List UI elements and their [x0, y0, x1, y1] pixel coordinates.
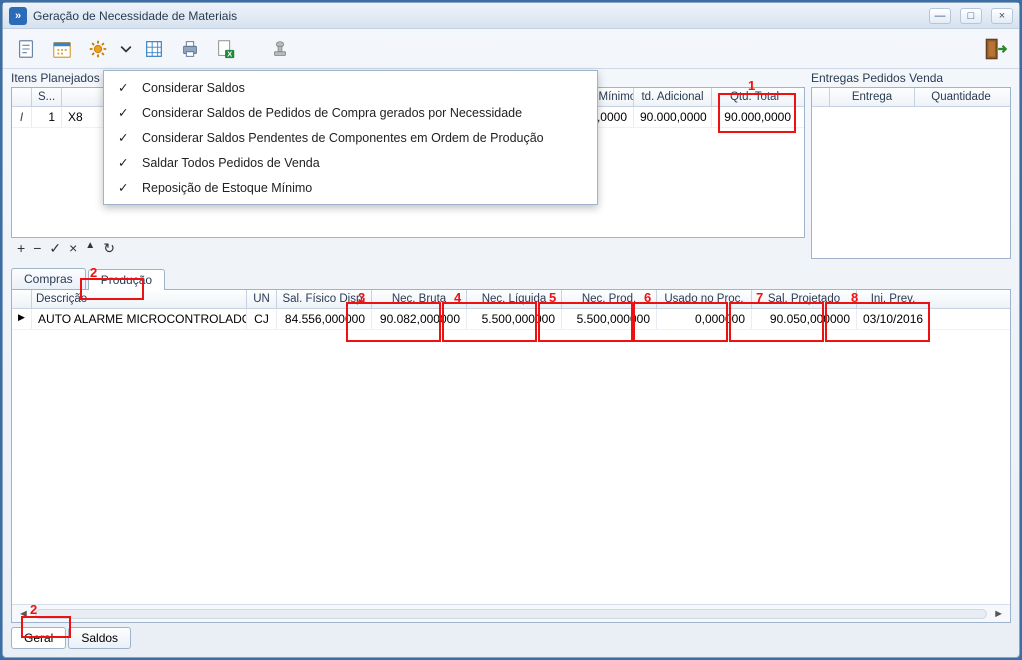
prod-col-rowhead: [12, 290, 32, 308]
cell-salfisico: 84.556,000000: [277, 309, 372, 329]
menu-saldar-todos-pedidos[interactable]: ✓Saldar Todos Pedidos de Venda: [104, 150, 597, 175]
tab-geral[interactable]: Geral: [11, 627, 66, 649]
mid-tabstrip: Compras Produção: [11, 265, 1011, 289]
table-row[interactable]: ▶ AUTO ALARME MICROCONTROLADO... CJ 84.5…: [12, 309, 1010, 330]
svg-text:X: X: [227, 49, 232, 58]
menu-considerar-saldos[interactable]: ✓Considerar Saldos: [104, 75, 597, 100]
bottom-tabstrip: Geral Saldos: [11, 623, 1011, 649]
prod-col-descricao[interactable]: Descrição: [32, 290, 247, 308]
export-excel-icon[interactable]: X: [211, 34, 241, 64]
prod-col-necprod[interactable]: Nec. Prod.: [562, 290, 657, 308]
cell-necliquida: 5.500,000000: [467, 309, 562, 329]
cell-necbruta: 90.082,000000: [372, 309, 467, 329]
grid-mini-toolbar: + − ✓ × ▲ ↻: [11, 238, 805, 259]
gear-icon[interactable]: [83, 34, 113, 64]
menu-label: Considerar Saldos de Pedidos de Compra g…: [142, 106, 522, 120]
cell-tdadicional: 90.000,0000: [634, 107, 712, 127]
scroll-right-icon[interactable]: ►: [993, 608, 1004, 620]
prod-col-un[interactable]: UN: [247, 290, 277, 308]
prod-col-iniprev[interactable]: Ini. Prev.: [857, 290, 929, 308]
titlebar: » Geração de Necessidade de Materiais — …: [3, 3, 1019, 29]
cell-seq: 1: [32, 107, 62, 127]
row-indicator: I: [12, 107, 32, 127]
menu-label: Considerar Saldos: [142, 81, 245, 95]
col-rowhead: [12, 88, 32, 106]
tab-saldos[interactable]: Saldos: [68, 627, 131, 649]
col-entrega[interactable]: Entrega: [830, 88, 915, 106]
gear-dropdown-arrow[interactable]: [119, 34, 133, 64]
prod-col-necliquida[interactable]: Nec. Líquida: [467, 290, 562, 308]
cell-usadoproc: 0,000000: [657, 309, 752, 329]
cancel-button[interactable]: ×: [69, 240, 77, 257]
exit-icon[interactable]: [981, 34, 1011, 64]
menu-label: Reposição de Estoque Mínimo: [142, 181, 312, 195]
add-row-button[interactable]: +: [17, 240, 25, 257]
prod-col-salfisico[interactable]: Sal. Físico Disp.: [277, 290, 372, 308]
grid-icon[interactable]: [139, 34, 169, 64]
close-button[interactable]: ×: [991, 8, 1013, 24]
refresh-button[interactable]: ↻: [103, 240, 115, 257]
scroll-track[interactable]: [35, 609, 987, 619]
up-button[interactable]: ▲: [85, 240, 95, 257]
prod-col-salprojetado[interactable]: Sal. Projetado: [752, 290, 857, 308]
cell-qtdtotal: 90.000,0000: [712, 107, 797, 127]
document-icon[interactable]: [11, 34, 41, 64]
col-quantidade[interactable]: Quantidade: [915, 88, 1007, 106]
remove-row-button[interactable]: −: [33, 240, 41, 257]
cell-iniprev: 03/10/2016: [857, 309, 929, 329]
col-tdadicional[interactable]: td. Adicional: [634, 88, 712, 106]
maximize-button[interactable]: □: [960, 8, 982, 24]
tab-producao[interactable]: Produção: [88, 269, 165, 290]
prod-col-necbruta[interactable]: Nec. Bruta: [372, 290, 467, 308]
cell-salprojetado: 90.050,000000: [752, 309, 857, 329]
prod-col-usadoproc[interactable]: Usado no Proc.: [657, 290, 752, 308]
app-icon: »: [9, 7, 27, 25]
col-seq[interactable]: S...: [32, 88, 62, 106]
menu-label: Saldar Todos Pedidos de Venda: [142, 156, 320, 170]
window-title: Geração de Necessidade de Materiais: [33, 9, 237, 23]
deliv-rowhead: [812, 88, 830, 106]
deliveries-grid[interactable]: Entrega Quantidade: [811, 87, 1011, 259]
main-toolbar: X: [3, 29, 1019, 69]
col-qtdtotal[interactable]: Qtd. Total: [712, 88, 797, 106]
production-grid[interactable]: Descrição UN Sal. Físico Disp. Nec. Brut…: [11, 289, 1011, 623]
scroll-left-icon[interactable]: ◄: [18, 608, 29, 620]
menu-considerar-saldos-pedidos[interactable]: ✓Considerar Saldos de Pedidos de Compra …: [104, 100, 597, 125]
cell-un: CJ: [247, 309, 277, 329]
settings-dropdown: ✓Considerar Saldos ✓Considerar Saldos de…: [103, 70, 598, 205]
menu-label: Considerar Saldos Pendentes de Component…: [142, 131, 544, 145]
confirm-button[interactable]: ✓: [49, 240, 61, 257]
minimize-button[interactable]: —: [929, 8, 951, 24]
cell-necprod: 5.500,000000: [562, 309, 657, 329]
tab-compras[interactable]: Compras: [11, 268, 86, 289]
row-indicator: ▶: [12, 309, 32, 329]
menu-reposicao-estoque[interactable]: ✓Reposição de Estoque Mínimo: [104, 175, 597, 200]
stamp-icon[interactable]: [265, 34, 295, 64]
deliveries-label: Entregas Pedidos Venda: [811, 69, 1011, 87]
menu-considerar-saldos-pendentes[interactable]: ✓Considerar Saldos Pendentes de Componen…: [104, 125, 597, 150]
printer-icon[interactable]: [175, 34, 205, 64]
cell-descricao: AUTO ALARME MICROCONTROLADO...: [32, 309, 247, 329]
calendar-icon[interactable]: [47, 34, 77, 64]
horizontal-scrollbar[interactable]: ◄ ►: [12, 604, 1010, 622]
